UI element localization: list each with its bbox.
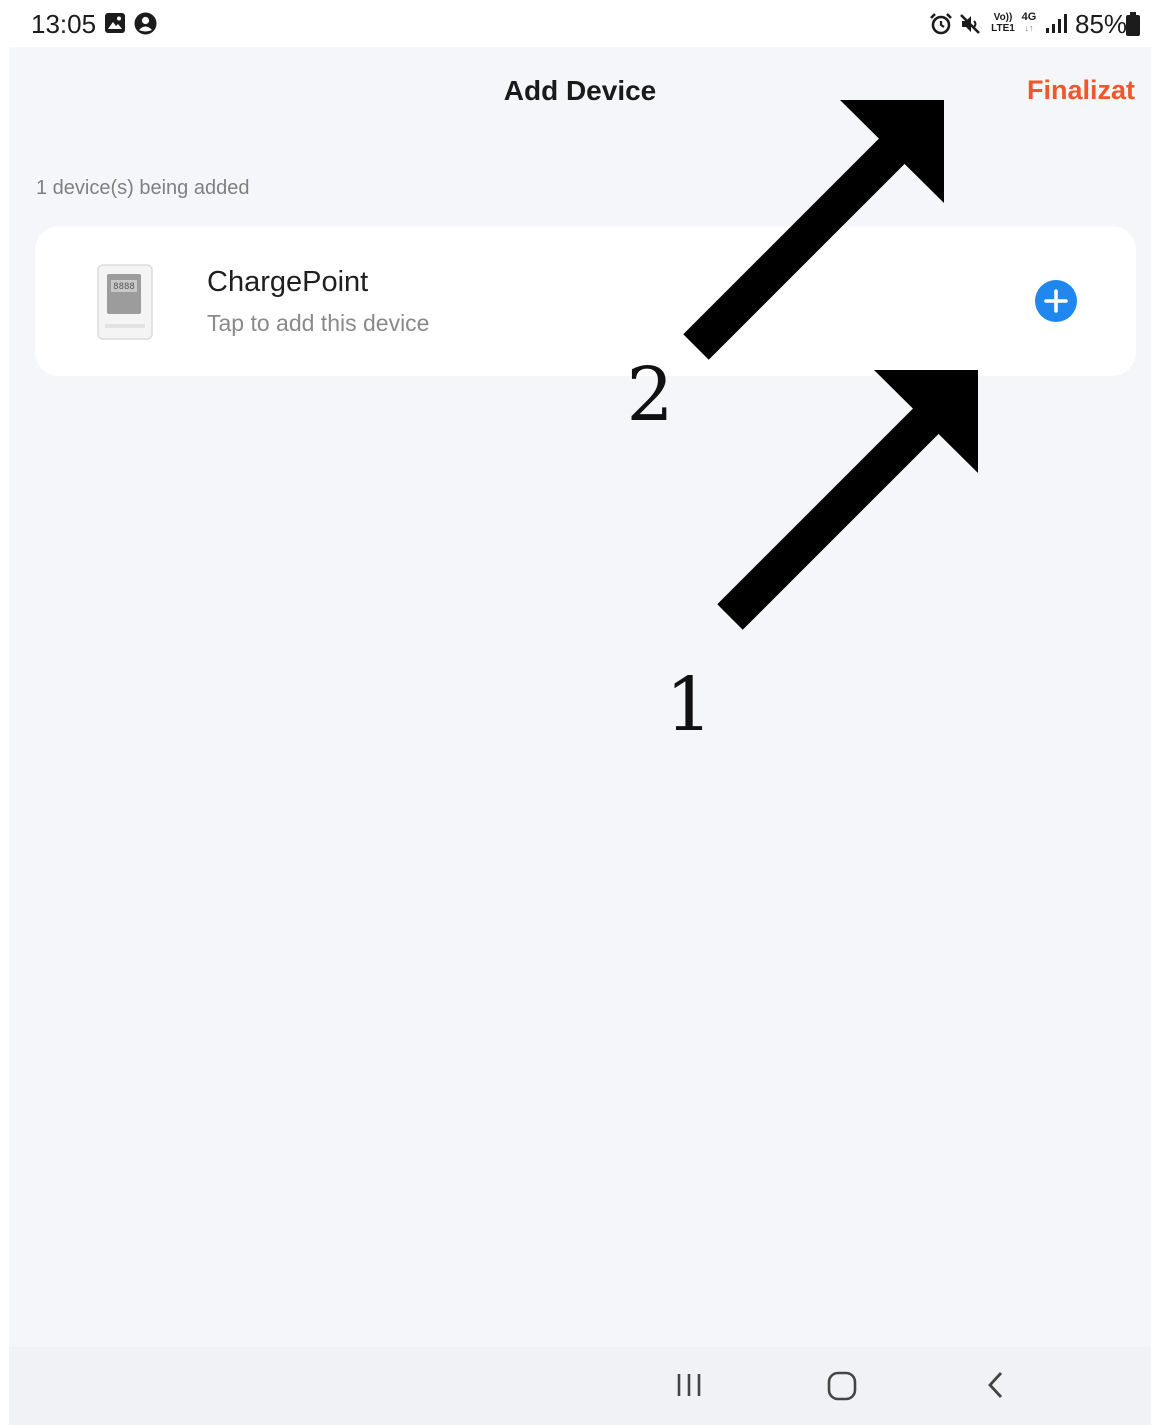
battery-percent: 85%	[1075, 9, 1128, 39]
adding-count-label: 1 device(s) being added	[36, 177, 250, 199]
volte-bottom-label: LTE1	[991, 23, 1015, 34]
signal-icon	[1046, 14, 1067, 33]
recents-icon[interactable]	[674, 1369, 704, 1401]
device-list-item[interactable]: 8888 ChargePoint Tap to add this device	[35, 226, 1136, 376]
add-device-button[interactable]	[1035, 280, 1077, 322]
page-title: Add Device	[503, 75, 657, 106]
alarm-icon	[930, 13, 952, 35]
network-type-label: 4G	[1021, 11, 1037, 23]
home-icon[interactable]	[825, 1369, 859, 1403]
add-device-screen: Add Device Finalizat 1 device(s) being a…	[9, 47, 1151, 1425]
charger-device-icon: 8888	[97, 264, 153, 340]
status-bar: 13:05 Vo)) LTE1 4G ↓↑ 85%	[0, 0, 1151, 47]
back-icon[interactable]	[984, 1369, 1008, 1401]
navigation-bar	[9, 1347, 1151, 1425]
device-display-text: 8888	[113, 282, 135, 292]
4g-icon: 4G ↓↑	[1019, 12, 1039, 34]
done-button[interactable]: Finalizat	[1027, 75, 1135, 106]
mute-icon	[960, 14, 980, 34]
account-icon	[134, 12, 157, 35]
volte-top-label: Vo))	[993, 12, 1013, 23]
volte-icon: Vo)) LTE1	[988, 12, 1018, 34]
plus-icon	[1044, 289, 1068, 313]
battery-icon	[1126, 12, 1140, 36]
device-hint: Tap to add this device	[207, 310, 430, 336]
status-time: 13:05	[31, 9, 97, 39]
gallery-icon	[105, 13, 125, 33]
device-name: ChargePoint	[207, 266, 369, 298]
